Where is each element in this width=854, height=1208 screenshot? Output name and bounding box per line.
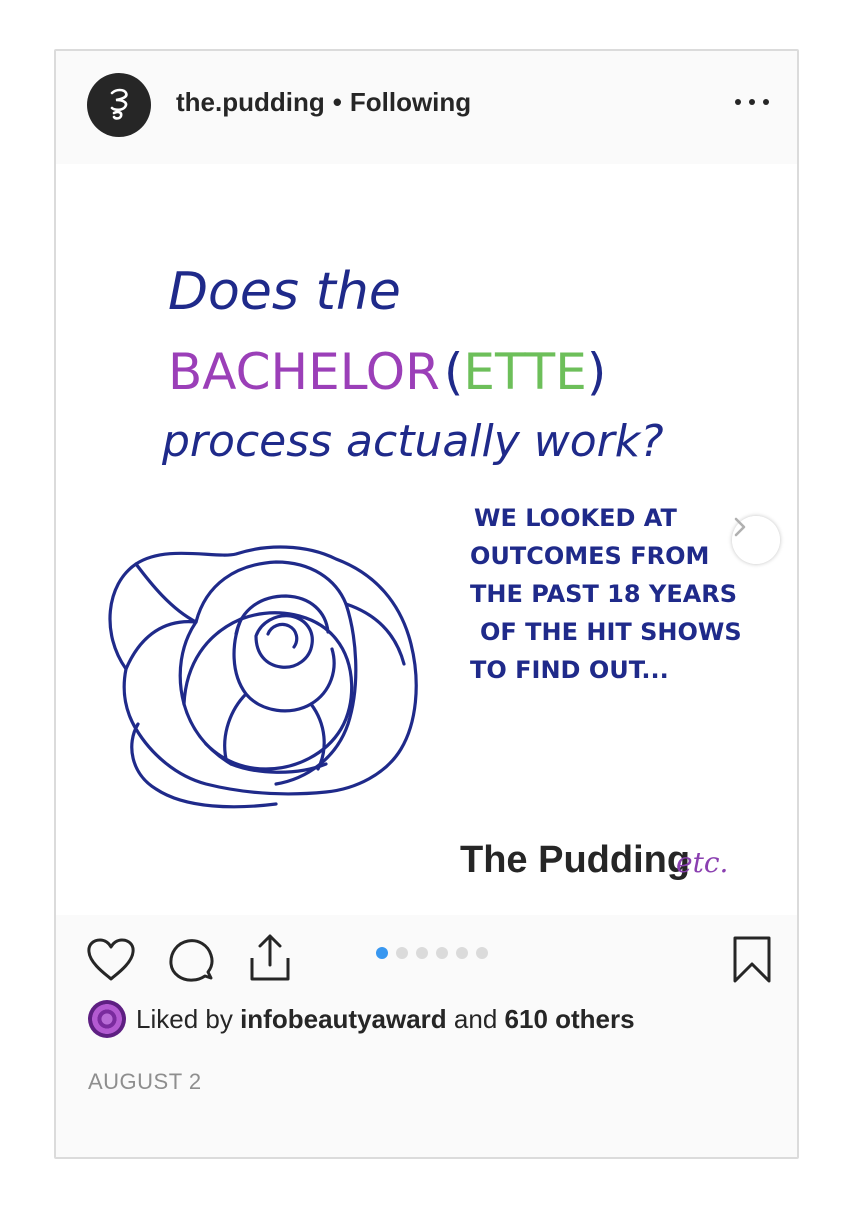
illustration: Does the BACHELOR(ETTE) process actually…: [108, 262, 742, 881]
carousel-indicator: [376, 947, 488, 959]
comment-icon: [169, 939, 214, 982]
carousel-dot: [476, 947, 488, 959]
headline-line1: Does the: [168, 262, 401, 322]
like-button[interactable]: [86, 937, 136, 988]
side-text-line: THE PAST 18 YEARS: [470, 580, 737, 608]
post-header: the.pudding • Following: [56, 51, 797, 165]
post-header-text: the.pudding • Following: [176, 87, 471, 118]
post-date[interactable]: AUGUST 2: [88, 1069, 202, 1095]
carousel-dot: [416, 947, 428, 959]
more-dot: [749, 99, 755, 105]
share-icon: [250, 934, 290, 981]
headline-paren-open: (: [444, 343, 464, 401]
liker-username-link[interactable]: infobeautyaward: [240, 1004, 447, 1035]
carousel-dot: [436, 947, 448, 959]
likes-prefix: Liked by: [136, 1003, 233, 1034]
brand-name: The Pudding: [460, 839, 690, 881]
heart-icon: [87, 938, 135, 981]
likes-summary: Liked by infobeautyaward and 610 others: [88, 999, 635, 1039]
side-text-line: TO FIND OUT...: [470, 656, 669, 684]
carousel-dot: [396, 947, 408, 959]
side-text-line: OUTCOMES FROM: [470, 542, 709, 570]
headline-line3: process actually work?: [161, 416, 664, 467]
more-dot: [763, 99, 769, 105]
comment-button[interactable]: [167, 936, 215, 989]
share-button[interactable]: [247, 932, 293, 989]
carousel-next-button[interactable]: [732, 516, 780, 564]
following-button[interactable]: Following: [350, 87, 471, 117]
carousel-dot-active: [376, 947, 388, 959]
side-text-line: WE LOOKED AT: [474, 504, 677, 532]
more-options-button[interactable]: [735, 97, 769, 107]
side-text-line: OF THE HIT SHOWS: [480, 618, 742, 646]
pudding-logo-icon: [110, 88, 128, 120]
bookmark-icon: [733, 936, 771, 983]
side-text: WE LOOKED AT OUTCOMES FROM THE PAST 18 Y…: [470, 504, 742, 684]
post-card: the.pudding • Following Does the BACHELOR(…: [54, 49, 799, 1159]
username-link[interactable]: the.pudding: [176, 87, 325, 117]
brand-suffix: etc.: [676, 846, 728, 879]
post-image[interactable]: Does the BACHELOR(ETTE) process actually…: [56, 164, 797, 915]
headline-bachelor: BACHELOR: [168, 343, 440, 401]
others-likes-link[interactable]: 610 others: [505, 1004, 635, 1035]
rose-drawing: [108, 545, 418, 809]
headline-line2: BACHELOR(ETTE): [168, 343, 606, 401]
separator-dot: •: [332, 87, 342, 117]
chevron-right-icon: [734, 517, 746, 537]
likes-conj: and: [453, 1003, 498, 1034]
headline-paren-close: ): [587, 343, 607, 401]
save-button[interactable]: [732, 935, 772, 990]
liker-avatar[interactable]: [88, 1000, 126, 1038]
profile-avatar[interactable]: [87, 73, 151, 137]
carousel-dot: [456, 947, 468, 959]
more-horizontal-icon: [735, 99, 741, 105]
headline-ette: ETTE: [463, 343, 586, 401]
